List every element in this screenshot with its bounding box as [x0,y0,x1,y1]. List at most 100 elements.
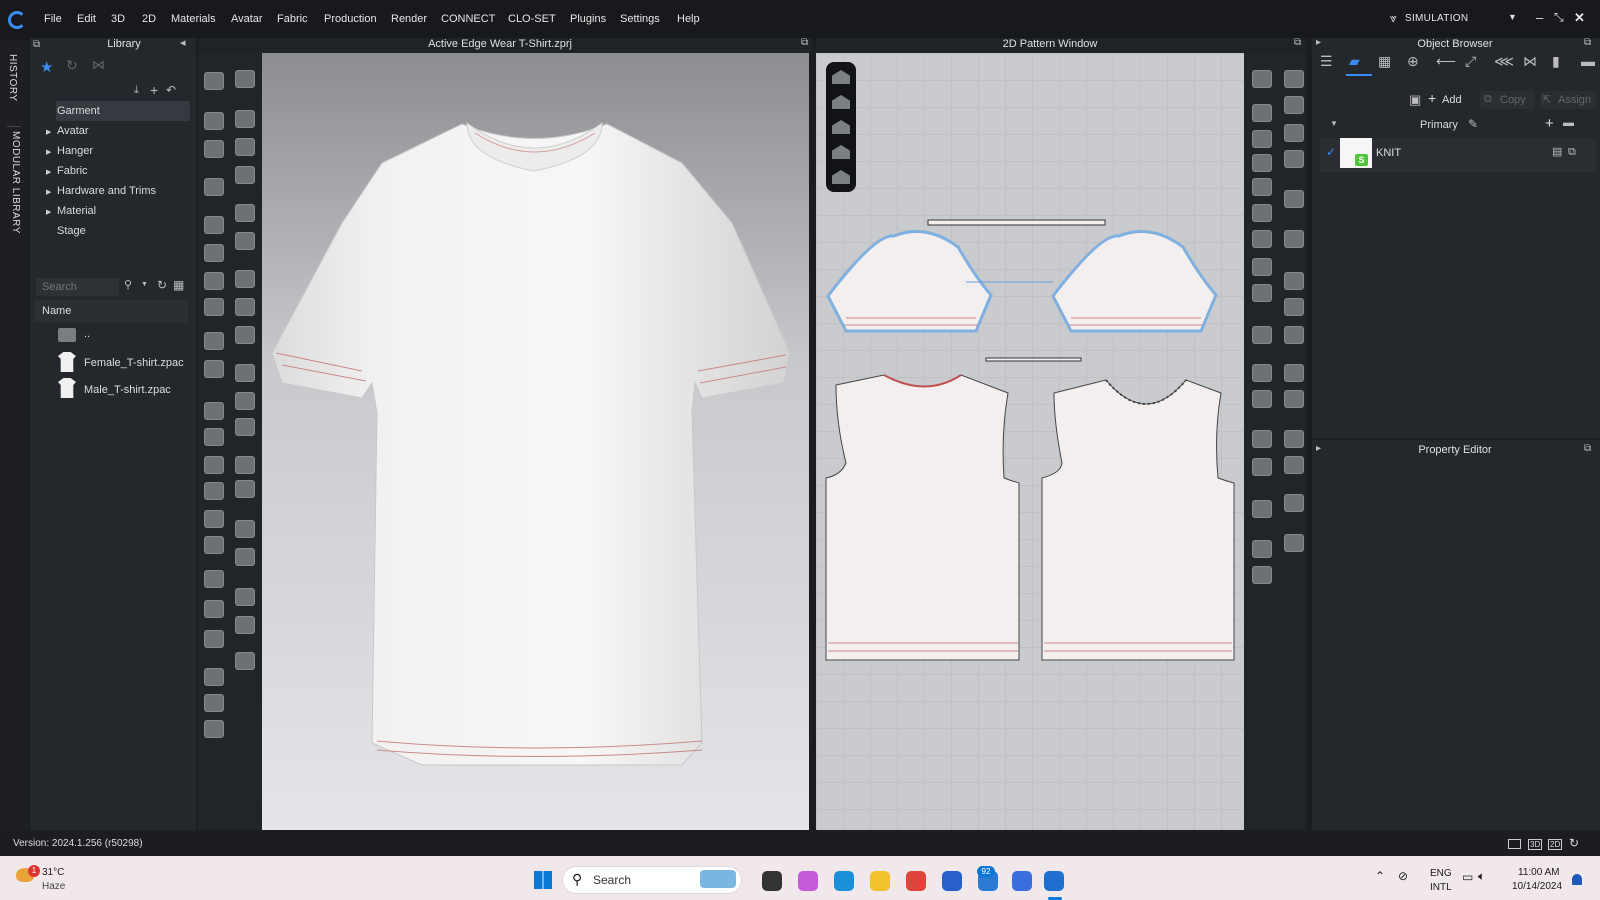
folder-icon[interactable]: ▬ [1563,118,1574,129]
undock-icon[interactable]: ⧉ [33,40,40,50]
copilot-icon[interactable] [798,871,818,891]
3d-tool-icon[interactable] [235,418,255,436]
2d-tool-icon[interactable] [1252,70,1272,88]
2d-tool-icon[interactable] [1284,190,1304,208]
object-browser-tab-icon[interactable]: ☰ [1320,54,1333,68]
2d-tool-icon[interactable] [1284,298,1304,316]
close-icon[interactable]: ✕ [1574,10,1585,26]
undock-icon[interactable]: ⧉ [1294,38,1301,48]
3d-tool-icon[interactable] [204,360,224,378]
3d-tool-icon[interactable] [235,70,255,88]
object-browser-tab-icon[interactable]: ▰ [1349,54,1360,68]
2d-tool-icon[interactable] [1284,456,1304,474]
assign-icon[interactable]: ⇱ [1542,93,1551,106]
2d-tool-icon[interactable] [1252,326,1272,344]
2d-tool-icon[interactable] [1284,70,1304,88]
2d-tool-icon[interactable] [1252,458,1272,476]
copy-button[interactable]: Copy [1500,94,1526,106]
files-app-icon[interactable] [762,871,782,891]
marketplace-icon[interactable]: ⋈ [92,58,105,71]
tree-item-stage[interactable]: Stage [57,225,86,237]
camera-icon[interactable]: ▣ [1409,93,1421,106]
object-browser-tab-icon[interactable]: ⊕ [1407,54,1419,68]
object-browser-tab-icon[interactable]: ▦ [1378,54,1391,68]
object-browser-tab-icon[interactable]: ▬ [1581,54,1595,68]
menu-file[interactable]: File [44,13,62,25]
maximize-icon[interactable]: ⤡ [1554,10,1564,25]
simulation-chevron-icon[interactable]: ⩔ [1390,11,1397,26]
menu-3d[interactable]: 3D [111,13,125,25]
undock-icon[interactable]: ⧉ [1584,38,1591,48]
fabric-duplicate-icon[interactable]: ⧉ [1568,147,1576,158]
chrome-icon[interactable] [906,871,926,891]
2d-tool-icon[interactable] [1284,272,1304,290]
3d-tool-icon[interactable] [235,204,255,222]
2d-tool-icon[interactable] [1252,430,1272,448]
collapse-icon[interactable]: ▼ [1330,120,1338,128]
2d-layout-icon[interactable]: 2D [1548,839,1563,850]
3d-tool-icon[interactable] [204,630,224,648]
menu-help[interactable]: Help [677,13,700,25]
grid-view-icon[interactable]: ▦ [173,279,184,291]
3d-tool-icon[interactable] [235,326,255,344]
layout-icon[interactable] [1508,839,1521,849]
3d-tool-icon[interactable] [204,456,224,474]
3d-tool-icon[interactable] [204,332,224,350]
2d-tool-icon[interactable] [1284,230,1304,248]
3d-tool-icon[interactable] [204,112,224,130]
language-top[interactable]: ENG [1430,868,1452,879]
3d-tool-icon[interactable] [235,298,255,316]
2d-tool-icon[interactable] [1252,500,1272,518]
3d-tool-icon[interactable] [235,110,255,128]
tree-item-material[interactable]: Material [57,205,96,217]
tree-item-hardware[interactable]: Hardware and Trims [57,185,156,197]
menu-avatar[interactable]: Avatar [231,13,263,25]
3d-tool-icon[interactable] [204,72,224,90]
object-browser-tab-icon[interactable]: ▮ [1552,54,1560,68]
expand-icon[interactable]: ▶ [46,188,51,196]
3d-layout-icon[interactable]: 3D [1528,839,1543,850]
favorites-star-icon[interactable]: ★ [40,58,53,76]
menu-plugins[interactable]: Plugins [570,13,606,25]
copy-icon[interactable]: ⧉ [1484,93,1492,106]
2d-tool-icon[interactable] [1284,390,1304,408]
explorer-icon[interactable] [870,871,890,891]
3d-tool-icon[interactable] [204,536,224,554]
expand-icon[interactable]: ▶ [46,208,51,216]
expand-icon[interactable]: ▶ [46,148,51,156]
clock-date[interactable]: 10/14/2024 [1512,881,1562,892]
2d-tool-icon[interactable] [1252,178,1272,196]
search-icon[interactable]: ⚲ [124,280,132,291]
reset-layout-icon[interactable]: ↻ [1569,836,1579,850]
checkmark-icon[interactable]: ✓ [1326,145,1336,159]
3d-tool-icon[interactable] [235,138,255,156]
undock-icon[interactable]: ⧉ [1584,444,1591,454]
assign-button[interactable]: Assign [1558,94,1591,106]
edit-pencil-icon[interactable]: ✎ [1468,118,1478,130]
menu-render[interactable]: Render [391,13,427,25]
3d-tool-icon[interactable] [235,166,255,184]
menu-materials[interactable]: Materials [171,13,216,25]
mode-selector[interactable]: SIMULATION [1405,13,1468,24]
2d-tool-icon[interactable] [1252,230,1272,248]
2d-tool-icon[interactable] [1252,130,1272,148]
2d-tool-icon[interactable] [1252,364,1272,382]
add-folder-icon[interactable]: + [150,83,158,97]
temperature[interactable]: 31°C [42,867,64,878]
clo-app-icon[interactable] [1012,871,1032,891]
tree-item-avatar[interactable]: Avatar [57,125,89,137]
windows-start-icon[interactable] [534,871,552,889]
3d-tool-icon[interactable] [235,616,255,634]
tab-history[interactable]: HISTORY [7,54,18,102]
2d-tool-icon[interactable] [1252,104,1272,122]
3d-tool-icon[interactable] [235,392,255,410]
menu-fabric[interactable]: Fabric [277,13,308,25]
3d-tool-icon[interactable] [204,402,224,420]
object-browser-tab-icon[interactable]: ⋈ [1523,54,1537,68]
3d-tool-icon[interactable] [235,548,255,566]
2d-tool-icon[interactable] [1252,284,1272,302]
3d-tool-icon[interactable] [204,428,224,446]
store-icon[interactable] [942,871,962,891]
2d-tool-icon[interactable] [1252,154,1272,172]
weather-condition[interactable]: Haze [42,881,65,892]
